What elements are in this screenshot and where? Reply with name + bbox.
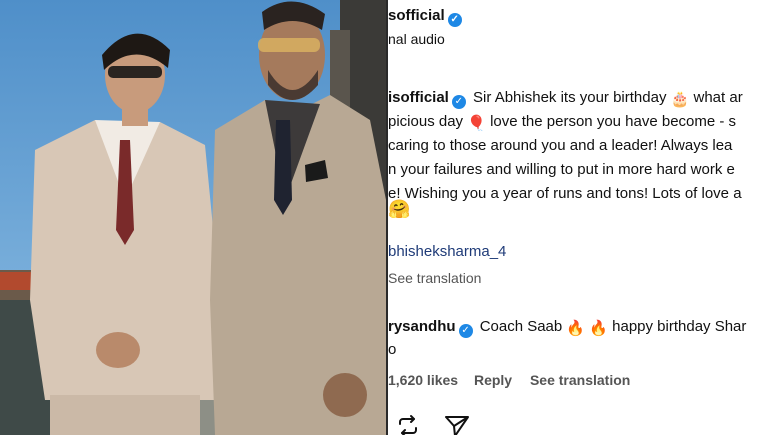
comment-text-1-tail: happy birthday Shar: [612, 318, 747, 335]
caption-line-1: isofficial ✓ Sir Abhishek its your birthd…: [388, 88, 743, 110]
post-detail-panel: sofficial ✓ nal audio isofficial ✓ Sir Abh…: [388, 0, 773, 435]
caption-text-1-tail: what ar: [693, 89, 743, 106]
mention-link[interactable]: bhisheksharma_4: [388, 242, 506, 262]
birthday-cake-emoji: 🎂: [670, 91, 690, 108]
hugging-emoji: 🤗: [388, 199, 411, 219]
post-author-username[interactable]: sofficial: [388, 7, 445, 24]
fire-emoji: 🔥: [589, 320, 608, 337]
audio-subtitle[interactable]: nal audio: [388, 29, 445, 49]
comment-see-translation[interactable]: See translation: [530, 372, 630, 388]
share-icon[interactable]: [444, 414, 470, 435]
balloon-emoji: 🎈: [467, 115, 486, 132]
caption-username[interactable]: isofficial: [388, 89, 449, 106]
fire-emoji: 🔥: [566, 320, 586, 337]
caption-text-2a: picious day: [388, 113, 464, 130]
comment-line-1: rysandhu ✓ Coach Saab 🔥 🔥 happy birthday …: [388, 317, 746, 339]
post-photo[interactable]: [0, 0, 386, 435]
caption-line-3: caring to those around you and a leader!…: [388, 137, 733, 154]
comment-text-1: Coach Saab: [479, 318, 563, 335]
verified-badge-icon: ✓: [447, 13, 462, 27]
comment-likes[interactable]: 1,620 likes: [388, 372, 458, 388]
repost-icon[interactable]: [396, 414, 420, 435]
comment-username[interactable]: rysandhu: [388, 318, 456, 335]
caption-line-5: e! Wishing you a year of runs and tons! …: [388, 185, 742, 202]
caption-text-2b: love the person you have become - s: [490, 113, 737, 130]
reply-button[interactable]: Reply: [474, 372, 512, 388]
caption-line-2: picious day 🎈 love the person you have b…: [388, 112, 736, 134]
verified-badge-icon: ✓: [451, 95, 466, 109]
caption-line-4: n your failures and willing to put in mo…: [388, 161, 735, 178]
comment-line-2: o: [388, 341, 397, 358]
caption-text-1: Sir Abhishek its your birthday: [473, 89, 667, 106]
post-author-row[interactable]: sofficial ✓: [388, 6, 465, 27]
verified-badge-icon: ✓: [458, 324, 473, 338]
comment-meta: 1,620 likes Reply See translation: [388, 370, 630, 390]
caption-see-translation[interactable]: See translation: [388, 268, 481, 288]
photo-illustration: [0, 0, 386, 435]
